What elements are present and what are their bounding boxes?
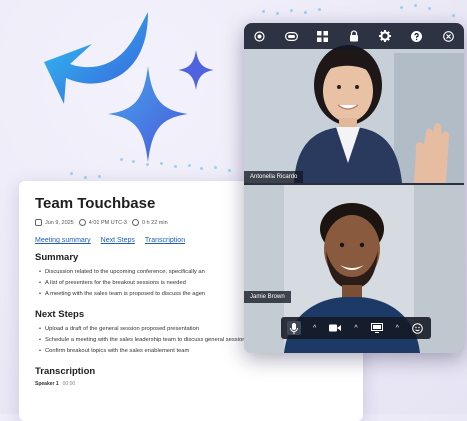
link-next-steps[interactable]: Next Steps (101, 237, 135, 244)
history-icon (131, 219, 139, 226)
meeting-duration: 0 h 22 min (131, 219, 168, 226)
meeting-time: 4:01 PM UTC-3 (78, 219, 127, 226)
sparkle-arrow-icon (44, 12, 214, 162)
clock-icon (78, 219, 86, 226)
participant-name-tag: Jamie Brown (244, 291, 291, 303)
link-meeting-summary[interactable]: Meeting summary (35, 237, 91, 244)
reactions-button[interactable] (411, 321, 425, 335)
screen-share-icon (370, 323, 383, 333)
video-call-window: Antonella Ricardo Jamie Brown ^ ^ ^ (244, 23, 464, 353)
microphone-button[interactable] (287, 321, 301, 335)
camera-button[interactable] (328, 321, 342, 335)
calendar-icon (35, 219, 42, 226)
close-icon[interactable] (440, 28, 456, 44)
lock-icon[interactable] (346, 28, 362, 44)
transcription-heading: Transcription (35, 366, 96, 377)
gear-icon[interactable] (377, 28, 393, 44)
chevron-up-icon[interactable]: ^ (313, 325, 316, 332)
meeting-date: Jun 9, 2025 (35, 219, 74, 226)
list-item: A meeting with the sales team is propose… (39, 289, 270, 300)
smiley-icon (412, 322, 424, 334)
call-controls-bar: ^ ^ ^ (281, 317, 431, 339)
list-item: A list of presenters for the breakout se… (39, 278, 270, 289)
date-text: Jun 9, 2025 (45, 219, 74, 226)
duration-text: 0 h 22 min (141, 219, 168, 226)
video-camera-icon (329, 324, 342, 332)
link-transcription[interactable]: Transcription (145, 237, 185, 244)
speaker-row: Speaker 1 00:00 (35, 381, 363, 387)
grid-view-icon[interactable] (315, 28, 331, 44)
call-top-toolbar (244, 23, 464, 49)
participant-name-tag: Antonella Ricardo (244, 171, 304, 183)
pill-toggle-icon[interactable] (283, 28, 299, 44)
record-icon[interactable] (252, 28, 268, 44)
share-screen-button[interactable] (370, 321, 384, 335)
participant-tile-2[interactable]: Jamie Brown ^ ^ ^ (244, 185, 464, 353)
time-text: 4:01 PM UTC-3 (88, 219, 127, 226)
speaker-label: Speaker 1 (35, 381, 59, 387)
microphone-icon (290, 322, 298, 334)
chevron-up-icon[interactable]: ^ (354, 325, 357, 332)
chevron-up-icon[interactable]: ^ (396, 325, 399, 332)
list-item: Discussion related to the upcoming confe… (39, 267, 270, 278)
help-icon[interactable] (409, 28, 425, 44)
speaker-timestamp: 00:00 (62, 381, 76, 387)
